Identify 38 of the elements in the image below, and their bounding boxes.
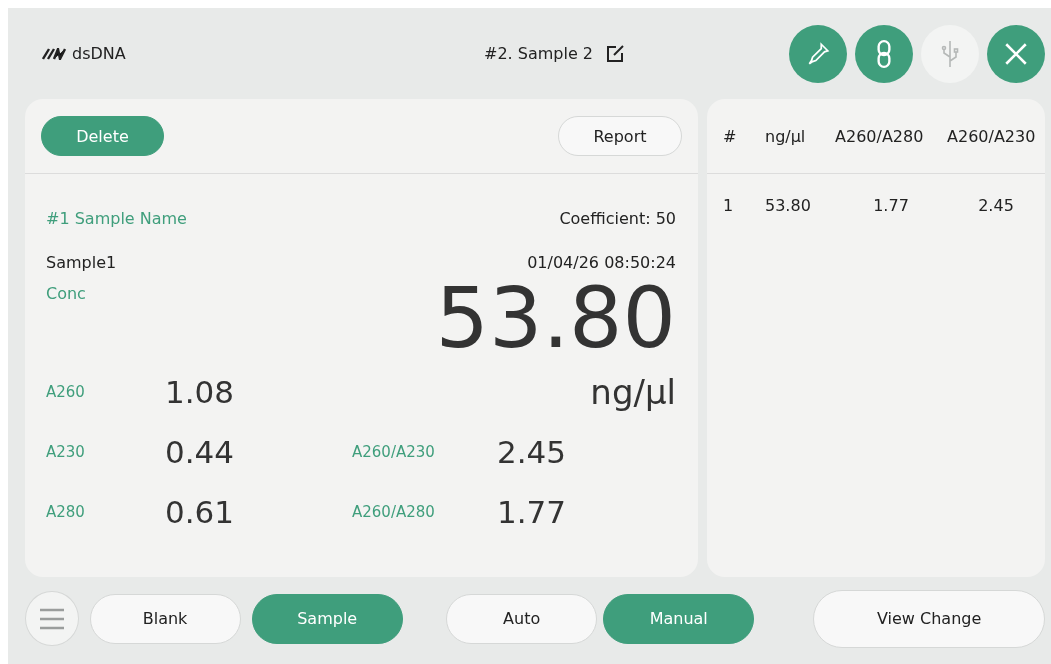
conc-unit: ng/µl (590, 372, 676, 412)
report-button[interactable]: Report (558, 116, 682, 156)
sample-name-label: #1 Sample Name (46, 208, 187, 228)
sample-title: #2. Sample 2 (484, 44, 593, 63)
timestamp: 01/04/26 08:50:24 (527, 252, 676, 272)
absorbance-label: A260 (46, 383, 85, 401)
absorbance-value: 1.08 (165, 374, 235, 410)
absorbance-label: A280 (46, 503, 85, 521)
ratio-label: A260/A280 (352, 503, 435, 521)
link-button[interactable] (855, 24, 913, 83)
usb-icon (939, 38, 961, 69)
absorbance-label: A230 (46, 443, 85, 461)
absorbance-value: 0.61 (165, 494, 235, 530)
edit-icon[interactable] (605, 43, 625, 64)
ratio-value: 1.77 (497, 494, 567, 530)
assay-name: dsDNA (72, 44, 126, 63)
close-button[interactable] (987, 24, 1045, 83)
conc-value: 53.80 (435, 276, 676, 360)
conc-label: Conc (46, 284, 86, 303)
table-cell: 2.45 (978, 195, 1014, 215)
logo-icon (42, 47, 66, 60)
view-change-button[interactable]: View Change (813, 589, 1046, 648)
pipette-button[interactable] (789, 24, 847, 83)
menu-icon (38, 607, 65, 630)
sample-name: Sample1 (46, 252, 117, 272)
table-cell: 53.80 (765, 195, 811, 215)
column-header: A260/A280 (835, 126, 924, 146)
coefficient: Coefficient: 50 (559, 208, 676, 228)
column-header: # (723, 126, 737, 146)
mode-button[interactable]: Blank (89, 593, 241, 644)
column-header: A260/A230 (947, 126, 1036, 146)
ratio-value: 2.45 (497, 434, 567, 470)
column-header: ng/µl (765, 126, 806, 146)
method-button[interactable]: Auto (446, 593, 598, 644)
absorbance-value: 0.44 (165, 434, 235, 470)
table-cell: 1.77 (873, 195, 909, 215)
ratio-label: A260/A230 (352, 443, 435, 461)
table-cell: 1 (723, 195, 734, 215)
